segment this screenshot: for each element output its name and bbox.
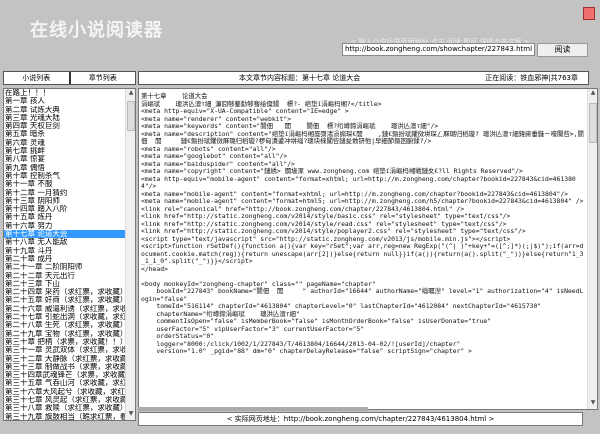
close-button[interactable] <box>583 7 595 20</box>
chapter-item[interactable]: 第八章 惊宴 <box>4 155 125 163</box>
chapter-item[interactable]: 第十三章 阴阳师 <box>4 197 125 205</box>
chapter-item[interactable]: 第二十四章 采药（求红票，求收藏） <box>4 288 125 296</box>
chapter-item[interactable]: 第三十四章武魂锋芒（求票，求收藏） <box>4 371 125 379</box>
content-header: 本文章节内容标题：第十七章 论道大会 正在阅读：铁血邪神|共763章 <box>138 71 589 85</box>
chapter-list-scrollbar[interactable]: ▲ ▼ <box>125 89 135 420</box>
chapter-item[interactable]: 第十六章 努力 <box>4 222 125 230</box>
actual-url-status: < 实际网页地址：http://book.zongheng.com/chapte… <box>138 412 583 426</box>
scroll-down-arrow[interactable]: ▼ <box>126 410 135 420</box>
chapter-item[interactable]: 第九章 偶悟 <box>4 164 125 172</box>
chapter-item[interactable]: 第三十六章大风起兮（求收藏，求红票） <box>4 388 125 396</box>
content-text: 第十七章 论道大会 涓嶇珷 璁洪亾澶т細_濂囧够鐜勫够骞绘儏鍚 標?- 绾垫í涓… <box>141 92 584 355</box>
chapter-item[interactable]: 第十章 控制杀气 <box>4 172 125 180</box>
read-button[interactable]: 阅读 <box>537 43 588 57</box>
chapter-item[interactable]: 第三十二章 大静脉（求红票，求收藏） <box>4 355 125 363</box>
tab-novel-list[interactable]: 小说列表 <box>4 72 69 84</box>
reading-status: 正在阅读：铁血邪神|共763章 <box>485 74 578 82</box>
chapter-item[interactable]: 第三章 光魂大陆 <box>4 114 125 122</box>
chapter-item[interactable]: 第十四章 踏入八阶 <box>4 205 125 213</box>
chapter-item[interactable]: 第二十六章 威逼利诱（求红票，求收藏） <box>4 305 125 313</box>
chapter-item[interactable]: 第七章 挑衅 <box>4 147 125 155</box>
chapter-item[interactable]: 第二十章 成丹 <box>4 255 125 263</box>
chapter-item[interactable]: 第二十五章 奸商（求红票，求收藏） <box>4 296 125 304</box>
chapter-item[interactable]: 第二十一章 二阶阴阳师 <box>4 263 125 271</box>
chapter-item[interactable]: 第六章 灵魂 <box>4 139 125 147</box>
chapter-item[interactable]: 第一章 孩人 <box>4 97 125 105</box>
chapter-item[interactable]: 第十八章 无人能敌 <box>4 238 125 246</box>
chapter-item[interactable]: 在路上！！！ <box>4 89 125 97</box>
chapter-item[interactable]: 第十七章 论道大会 <box>4 230 125 239</box>
chapter-item[interactable]: 第四章 天权巨剑 <box>4 122 125 130</box>
chapter-list[interactable]: 在路上！！！ 第一章 孩人 第二章 试炼大典 第三章 光魂大陆 第四章 天权巨剑 第五章 … <box>3 88 136 421</box>
chapter-item[interactable]: 第三十一章 灵武双体（求红票，求收藏） <box>4 346 125 354</box>
chapter-item[interactable]: 第三十章 把柄（求票，求收藏！！） <box>4 338 125 346</box>
chapter-item[interactable]: 第二十三章 下山 <box>4 280 125 288</box>
chapter-item[interactable]: 第十二章 一月猜约 <box>4 189 125 197</box>
chapter-item[interactable]: 第二十八章 生死（求红票，求收藏） <box>4 321 125 329</box>
chapter-item[interactable]: 第二十九章 宝物（求红票，求收藏） <box>4 330 125 338</box>
chapter-item[interactable]: 第三十三章 制做战书（求票，求收藏） <box>4 363 125 371</box>
scroll-thumb[interactable] <box>589 103 597 143</box>
tab-chapter-list[interactable]: 章节列表 <box>68 72 136 84</box>
scroll-up-arrow[interactable]: ▲ <box>588 89 597 99</box>
chapter-item[interactable]: 第五章 暗杀 <box>4 130 125 138</box>
url-input[interactable]: http://book.zongheng.com/showchapter/227… <box>342 43 535 56</box>
scroll-down-arrow[interactable]: ▼ <box>588 399 597 409</box>
chapter-item[interactable]: 第二十二章 天元出行 <box>4 272 125 280</box>
chapter-item[interactable]: 第三十五章 气吞山河（求收藏，求红票） <box>4 379 125 387</box>
chapter-item[interactable]: 第二章 试炼大典 <box>4 106 125 114</box>
app-title: 在线小说阅读器 <box>30 20 163 41</box>
chapter-item[interactable]: 第三十七章 风灵起（求红票，求收藏） <box>4 396 125 404</box>
chapter-item[interactable]: 第十五章 炼丹 <box>4 213 125 221</box>
chapter-item[interactable]: 第三十九章 旗鼓相当（跪求红票，看书） <box>4 413 125 420</box>
chapter-item[interactable]: 第十一章 不服 <box>4 180 125 188</box>
list-tabs: 小说列表 章节列表 <box>3 71 136 85</box>
content-scrollbar[interactable]: ▲ ▼ <box>587 89 597 409</box>
scroll-thumb[interactable] <box>127 101 135 131</box>
chapter-item[interactable]: 第二十七章 引蛇出洞（求收藏，求红票） <box>4 313 125 321</box>
chapter-title: 本文章节内容标题：第十七章 论道大会 <box>239 74 361 82</box>
horizontal-scrollbar[interactable] <box>138 407 368 411</box>
scroll-up-arrow[interactable]: ▲ <box>126 89 135 99</box>
chapter-content[interactable]: 第十七章 论道大会 涓嶇珷 璁洪亾澶т細_濂囧够鐜勫够骞绘儏鍚 標?- 绾垫í涓… <box>138 88 598 410</box>
chapter-item[interactable]: 第三十八章 救赎（求红票，求收藏） <box>4 404 125 412</box>
chapter-item[interactable]: 第十九章 斗丹 <box>4 247 125 255</box>
